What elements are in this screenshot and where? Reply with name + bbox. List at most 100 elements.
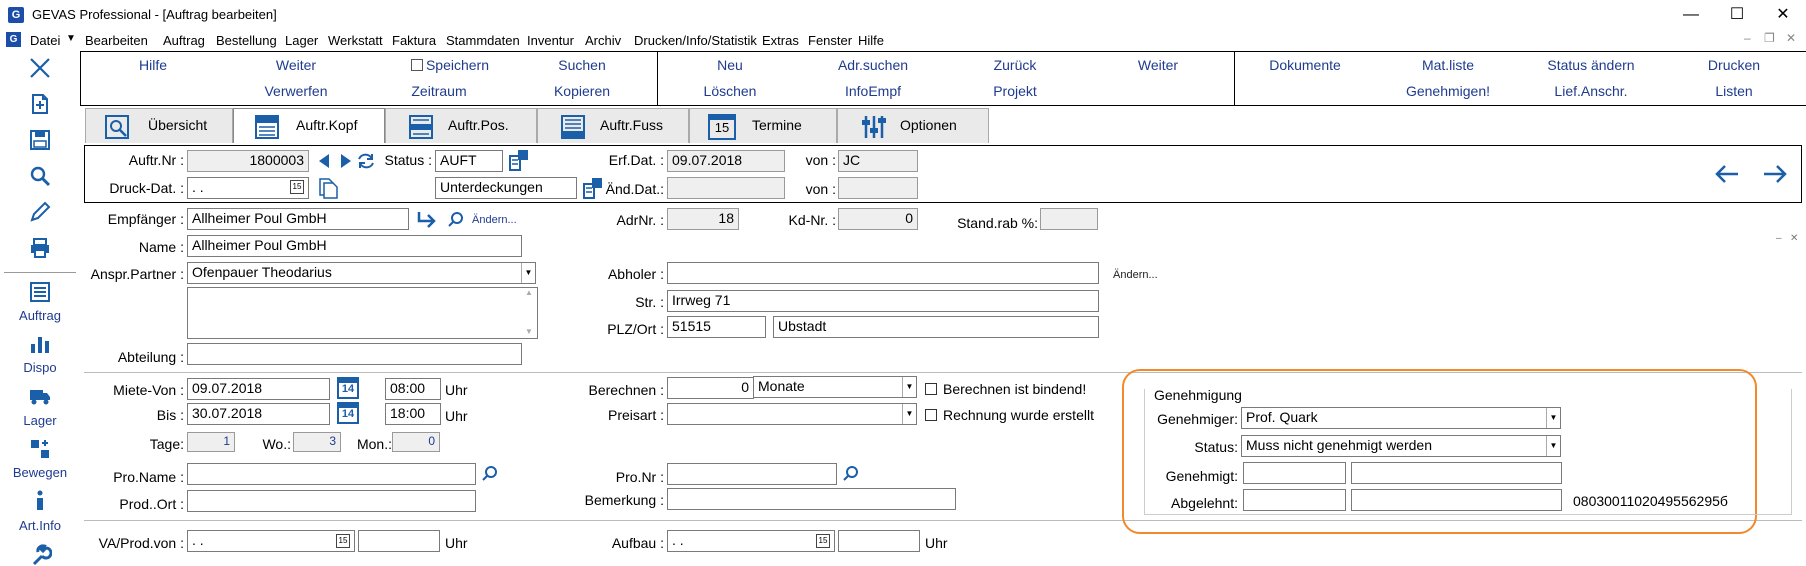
toolbar-weiter-1[interactable]: Weiter: [226, 57, 366, 73]
chevron-down-icon[interactable]: ▼: [902, 404, 916, 424]
va-calendar-icon[interactable]: 15: [336, 534, 350, 548]
bis-field[interactable]: 30.07.2018: [187, 403, 330, 425]
info-icon[interactable]: [28, 489, 52, 513]
chevron-down-icon[interactable]: ▼: [521, 263, 535, 283]
menu-bearbeiten[interactable]: Bearbeiten: [85, 33, 148, 48]
va-prod-von-field[interactable]: . .: [187, 530, 355, 552]
scroll-down-icon[interactable]: ▼: [525, 327, 533, 336]
miete-von-calendar-icon[interactable]: 14: [337, 377, 359, 399]
toolbar-infoempf[interactable]: InfoEmpf: [803, 83, 943, 99]
tab-uebersicht[interactable]: Übersicht: [85, 108, 233, 143]
menu-bestellung[interactable]: Bestellung: [216, 33, 277, 48]
tab-auftr-fuss[interactable]: Auftr.Fuss: [537, 108, 689, 143]
chevron-down-icon[interactable]: ▼: [902, 377, 916, 397]
toolbar-neu[interactable]: Neu: [660, 57, 800, 73]
edit-pencil-icon[interactable]: [28, 200, 52, 224]
toolbar-drucken[interactable]: Drucken: [1664, 57, 1804, 73]
mdi-minimize-icon[interactable]: –: [1744, 31, 1751, 45]
plz-field[interactable]: 51515: [667, 316, 766, 338]
tab-termine[interactable]: 15 Termine: [689, 108, 837, 143]
forward-arrow-icon[interactable]: [416, 209, 438, 229]
close-section-icon[interactable]: ✕: [1790, 233, 1798, 244]
proname-field[interactable]: [187, 463, 476, 485]
menu-inventur[interactable]: Inventur: [527, 33, 574, 48]
von-field-1[interactable]: JC: [838, 150, 918, 172]
empfaenger-aendern-link[interactable]: Ändern...: [472, 214, 517, 226]
auftr-nr-field[interactable]: 1800003: [187, 150, 309, 172]
menu-fenster[interactable]: Fenster: [808, 33, 852, 48]
toolbar-weiter-2[interactable]: Weiter: [1088, 57, 1228, 73]
toolbar-zeitraum[interactable]: Zeitraum: [369, 83, 509, 99]
toolbar-hilfe[interactable]: Hilfe: [83, 57, 223, 73]
toolbar-speichern[interactable]: Speichern: [380, 57, 520, 73]
va-time-field[interactable]: [358, 530, 440, 552]
rechnung-erstellt-checkbox[interactable]: [925, 409, 937, 421]
time-bis-field[interactable]: 18:00: [385, 403, 441, 425]
ansp-partner-select[interactable]: Ofenpauer Theodarius ▼: [187, 262, 536, 284]
toolbar-dokumente[interactable]: Dokumente: [1235, 57, 1375, 73]
unterdeckungen-field[interactable]: Unterdeckungen: [435, 177, 577, 199]
search-icon[interactable]: [28, 164, 52, 188]
toolbar-zurueck[interactable]: Zurück: [945, 57, 1085, 73]
printer-icon[interactable]: [28, 236, 52, 260]
toolbar-kopieren[interactable]: Kopieren: [512, 83, 652, 99]
menu-datei[interactable]: Datei: [30, 33, 60, 48]
toolbar-suchen[interactable]: Suchen: [512, 57, 652, 73]
copy-document-icon[interactable]: [318, 177, 338, 199]
menu-stammdaten[interactable]: Stammdaten: [446, 33, 520, 48]
sidebar-item-auftrag[interactable]: Auftrag: [0, 308, 80, 323]
tab-auftr-pos[interactable]: Auftr.Pos.: [385, 108, 537, 143]
standrab-field[interactable]: [1040, 208, 1098, 230]
berechnen-field[interactable]: 0: [667, 377, 754, 399]
sidebar-item-bewegen[interactable]: Bewegen: [0, 465, 80, 480]
menu-archiv[interactable]: Archiv: [585, 33, 621, 48]
pronr-field[interactable]: [667, 463, 837, 485]
toolbar-verwerfen[interactable]: Verwerfen: [226, 83, 366, 99]
sidebar-item-dispo[interactable]: Dispo: [0, 360, 80, 375]
genehmigung-status-select[interactable]: Muss nicht genehmigt werden ▼: [1241, 435, 1561, 457]
monate-select[interactable]: Monate ▼: [753, 376, 917, 398]
aufbau-calendar-icon[interactable]: 15: [816, 534, 830, 548]
abgelehnt-field-1[interactable]: [1243, 489, 1346, 511]
pronr-search-icon[interactable]: [843, 465, 859, 481]
druck-dat-calendar-icon[interactable]: 15: [290, 180, 304, 194]
previous-record-icon[interactable]: [318, 154, 330, 168]
menu-extras[interactable]: Extras: [762, 33, 799, 48]
menu-arrow-icon[interactable]: ▼: [66, 33, 76, 44]
genehmiger-select[interactable]: Prof. Quark ▼: [1241, 407, 1561, 429]
empfaenger-search-icon[interactable]: [448, 211, 464, 227]
tab-optionen[interactable]: Optionen: [837, 108, 989, 143]
adrnr-field[interactable]: 18: [667, 208, 739, 230]
close-icon[interactable]: [28, 56, 52, 80]
time-von-field[interactable]: 08:00: [385, 378, 441, 400]
mdi-close-icon[interactable]: ✕: [1786, 31, 1796, 45]
abholer-field[interactable]: [667, 262, 1099, 284]
bis-calendar-icon[interactable]: 14: [337, 402, 359, 424]
next-record-icon[interactable]: [340, 154, 352, 168]
dispo-chart-icon[interactable]: [28, 332, 52, 356]
genehmigt-field-1[interactable]: [1243, 462, 1346, 484]
scroll-up-icon[interactable]: ▲: [525, 288, 533, 297]
toolbar-lief-anschr[interactable]: Lief.Anschr.: [1521, 83, 1661, 99]
menu-werkstatt[interactable]: Werkstatt: [328, 33, 383, 48]
chevron-down-icon[interactable]: ▼: [1546, 436, 1560, 456]
menu-auftrag[interactable]: Auftrag: [163, 33, 205, 48]
menu-lager[interactable]: Lager: [285, 33, 318, 48]
abholer-aendern-link[interactable]: Ändern...: [1113, 269, 1158, 281]
mon-field[interactable]: 0: [392, 432, 440, 452]
move-icon[interactable]: [28, 437, 52, 461]
refresh-icon[interactable]: [356, 151, 376, 171]
minimize-section-icon[interactable]: –: [1776, 233, 1782, 244]
close-button[interactable]: ✕: [1760, 0, 1806, 30]
abgelehnt-field-2[interactable]: [1351, 489, 1562, 511]
truck-icon[interactable]: [28, 384, 52, 408]
bemerkung-field[interactable]: [667, 488, 956, 510]
sidebar-item-artinfo[interactable]: Art.Info: [0, 518, 80, 533]
wrench-icon[interactable]: [28, 542, 52, 566]
berechnen-bindend-checkbox[interactable]: [925, 383, 937, 395]
menu-faktura[interactable]: Faktura: [392, 33, 436, 48]
toolbar-status-aendern[interactable]: Status ändern: [1521, 57, 1661, 73]
ort-field[interactable]: Ubstadt: [773, 316, 1099, 338]
aufbau-time-field[interactable]: [838, 530, 920, 552]
chevron-down-icon[interactable]: ▼: [1546, 408, 1560, 428]
